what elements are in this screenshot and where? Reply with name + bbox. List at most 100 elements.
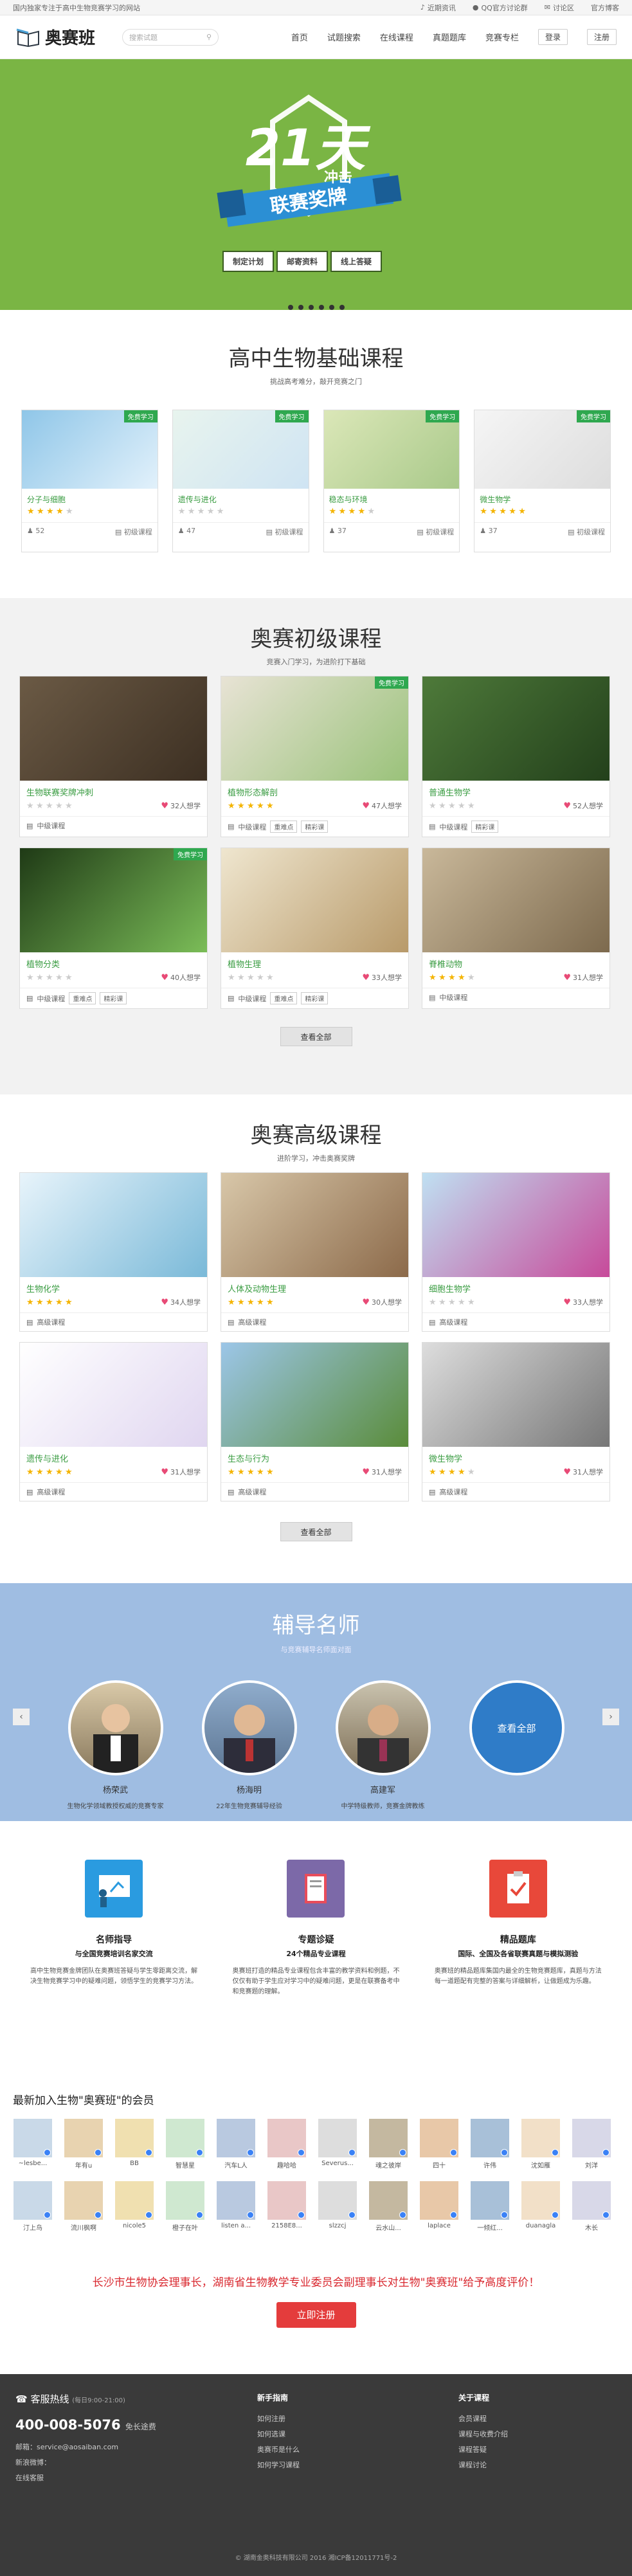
- course-tag[interactable]: 高级课程: [238, 1317, 266, 1327]
- hero-banner[interactable]: 21天 冲击 联赛奖牌 制定计划 邮寄资料 线上答疑: [0, 59, 632, 310]
- course-tag[interactable]: 高级课程: [37, 1487, 65, 1497]
- member-item[interactable]: 2158E8...: [267, 2181, 307, 2232]
- member-item[interactable]: 沈如雁: [521, 2119, 561, 2170]
- member-item[interactable]: laplace: [419, 2181, 459, 2232]
- member-name[interactable]: slzzcj: [318, 2222, 357, 2229]
- register-button[interactable]: 注册: [586, 29, 617, 45]
- register-now-button[interactable]: 立即注册: [276, 2302, 356, 2328]
- course-card[interactable]: 普通生物学 ★ ★ ★ ★ ★ ♥ 52人想学 ▤ 中级课程 精彩课: [422, 676, 610, 837]
- member-item[interactable]: 云水山...: [368, 2181, 408, 2232]
- member-name[interactable]: 沈如雁: [521, 2160, 561, 2170]
- course-card[interactable]: 生态与行为 ★ ★ ★ ★ ★ ♥ 31人想学 ▤ 高级课程: [221, 1342, 409, 1501]
- course-name[interactable]: 稳态与环境: [324, 489, 460, 506]
- top-link-forum[interactable]: ✉ 讨论区: [545, 3, 574, 13]
- course-name[interactable]: 微生物学: [429, 1452, 462, 1464]
- member-avatar[interactable]: [115, 2181, 154, 2220]
- member-avatar[interactable]: [420, 2181, 458, 2220]
- member-name[interactable]: duanagla: [521, 2222, 561, 2229]
- course-name[interactable]: 细胞生物学: [429, 1282, 471, 1294]
- member-item[interactable]: 汽车L人: [216, 2119, 256, 2170]
- course-name[interactable]: 微生物学: [474, 489, 610, 506]
- course-name[interactable]: 生物联赛奖牌冲刺: [26, 786, 93, 798]
- member-avatar[interactable]: [115, 2119, 154, 2157]
- course-tag[interactable]: 精彩课: [100, 992, 127, 1004]
- footer-link[interactable]: 如何注册: [257, 2413, 300, 2424]
- course-tag[interactable]: 中级课程: [439, 992, 467, 1002]
- member-avatar[interactable]: [318, 2181, 357, 2220]
- search-input[interactable]: 搜索试题 ⚲: [122, 28, 219, 46]
- course-card[interactable]: 微生物学 ★ ★ ★ ★ ★ ♥ 31人想学 ▤ 高级课程: [422, 1342, 610, 1501]
- teacher-card[interactable]: 高建军 中学特级教师，竞赛金牌教练: [335, 1680, 431, 1810]
- course-name[interactable]: 植物形态解剖: [228, 786, 278, 798]
- member-item[interactable]: 趣哈哈: [267, 2119, 307, 2170]
- carousel-dot[interactable]: [318, 305, 324, 310]
- member-name[interactable]: 橙子在叶: [165, 2222, 205, 2232]
- course-card[interactable]: 免费学习 微生物学 ★ ★ ★ ★ ★ ♟ 37 ▤ 初级课程: [474, 410, 611, 552]
- member-item[interactable]: 智慧星: [165, 2119, 205, 2170]
- course-name[interactable]: 遗传与进化: [173, 489, 309, 506]
- member-item[interactable]: 魂之彼岸: [368, 2119, 408, 2170]
- teacher-card[interactable]: 杨荣武 生物化学领域教授权威的竞赛专家: [68, 1680, 164, 1810]
- course-card[interactable]: 免费学习 遗传与进化 ★ ★ ★ ★ ★ ♟ 47 ▤ 初级课程: [172, 410, 309, 552]
- nav-home[interactable]: 首页: [291, 31, 308, 43]
- member-item[interactable]: 汀上鸟: [13, 2181, 53, 2232]
- member-item[interactable]: Severus...: [318, 2119, 357, 2170]
- member-item[interactable]: 流川枫啊: [64, 2181, 104, 2232]
- course-tag[interactable]: 中级课程: [238, 993, 266, 1004]
- member-item[interactable]: 橙子在叶: [165, 2181, 205, 2232]
- member-avatar[interactable]: [471, 2181, 509, 2220]
- member-name[interactable]: 流川枫啊: [64, 2222, 104, 2232]
- course-card[interactable]: 免费学习 植物形态解剖 ★ ★ ★ ★ ★ ♥ 47人想学 ▤ 中级课程 重难点 精彩课: [221, 676, 409, 837]
- weibo-link[interactable]: 新浪微博：: [15, 2457, 156, 2467]
- course-name[interactable]: 普通生物学: [429, 786, 471, 798]
- member-name[interactable]: 许伟: [470, 2160, 510, 2170]
- nav-search[interactable]: 试题搜索: [327, 31, 361, 43]
- nav-column[interactable]: 竞赛专栏: [485, 31, 519, 43]
- member-name[interactable]: 一倾红...: [470, 2222, 510, 2232]
- search-icon[interactable]: ⚲: [206, 33, 212, 41]
- course-card[interactable]: 脊椎动物 ★ ★ ★ ★ ★ ♥ 31人想学 ▤ 中级课程: [422, 848, 610, 1009]
- course-card[interactable]: 植物生理 ★ ★ ★ ★ ★ ♥ 33人想学 ▤ 中级课程 重难点 精彩课: [221, 848, 409, 1009]
- member-avatar[interactable]: [318, 2119, 357, 2157]
- login-button[interactable]: 登录: [537, 29, 568, 45]
- member-item[interactable]: 木长: [572, 2181, 611, 2232]
- carousel-dot[interactable]: [308, 305, 314, 310]
- course-tag[interactable]: 重难点: [270, 821, 298, 833]
- member-item[interactable]: listen a...: [216, 2181, 256, 2232]
- member-avatar[interactable]: [64, 2119, 103, 2157]
- footer-link[interactable]: 课程讨论: [458, 2460, 508, 2470]
- member-item[interactable]: ~lesbe...: [13, 2119, 53, 2170]
- member-name[interactable]: ~lesbe...: [13, 2160, 53, 2167]
- member-item[interactable]: 许伟: [470, 2119, 510, 2170]
- course-tag[interactable]: 高级课程: [439, 1487, 467, 1497]
- view-all-button[interactable]: 查看全部: [280, 1027, 352, 1046]
- member-name[interactable]: 汀上鸟: [13, 2222, 53, 2232]
- member-avatar[interactable]: [267, 2119, 306, 2157]
- member-name[interactable]: 四十: [419, 2160, 459, 2170]
- next-arrow-icon[interactable]: ›: [602, 1709, 619, 1725]
- online-service-link[interactable]: 在线客服: [15, 2472, 156, 2483]
- member-item[interactable]: 年有u: [64, 2119, 104, 2170]
- course-tag[interactable]: 高级课程: [439, 1317, 467, 1327]
- course-card[interactable]: 生物化学 ★ ★ ★ ★ ★ ♥ 34人想学 ▤ 高级课程: [19, 1172, 208, 1332]
- nav-courses[interactable]: 在线课程: [380, 31, 413, 43]
- course-card[interactable]: 细胞生物学 ★ ★ ★ ★ ★ ♥ 33人想学 ▤ 高级课程: [422, 1172, 610, 1332]
- carousel-dot[interactable]: [329, 305, 334, 310]
- member-avatar[interactable]: [572, 2119, 611, 2157]
- footer-link[interactable]: 奥赛币是什么: [257, 2444, 300, 2454]
- member-avatar[interactable]: [217, 2181, 255, 2220]
- view-all-circle[interactable]: 查看全部: [469, 1680, 564, 1775]
- member-avatar[interactable]: [166, 2181, 204, 2220]
- member-item[interactable]: 一倾红...: [470, 2181, 510, 2232]
- course-card[interactable]: 人体及动物生理 ★ ★ ★ ★ ★ ♥ 30人想学 ▤ 高级课程: [221, 1172, 409, 1332]
- member-name[interactable]: 智慧星: [165, 2160, 205, 2170]
- member-avatar[interactable]: [471, 2119, 509, 2157]
- course-tag[interactable]: 重难点: [270, 992, 298, 1004]
- member-avatar[interactable]: [521, 2181, 560, 2220]
- course-card[interactable]: 免费学习 稳态与环境 ★ ★ ★ ★ ★ ♟ 37 ▤ 初级课程: [323, 410, 460, 552]
- footer-link[interactable]: 课程答疑: [458, 2444, 508, 2454]
- member-avatar[interactable]: [572, 2181, 611, 2220]
- course-name[interactable]: 生物化学: [26, 1282, 60, 1294]
- footer-link[interactable]: 如何学习课程: [257, 2460, 300, 2470]
- member-name[interactable]: 2158E8...: [267, 2222, 307, 2229]
